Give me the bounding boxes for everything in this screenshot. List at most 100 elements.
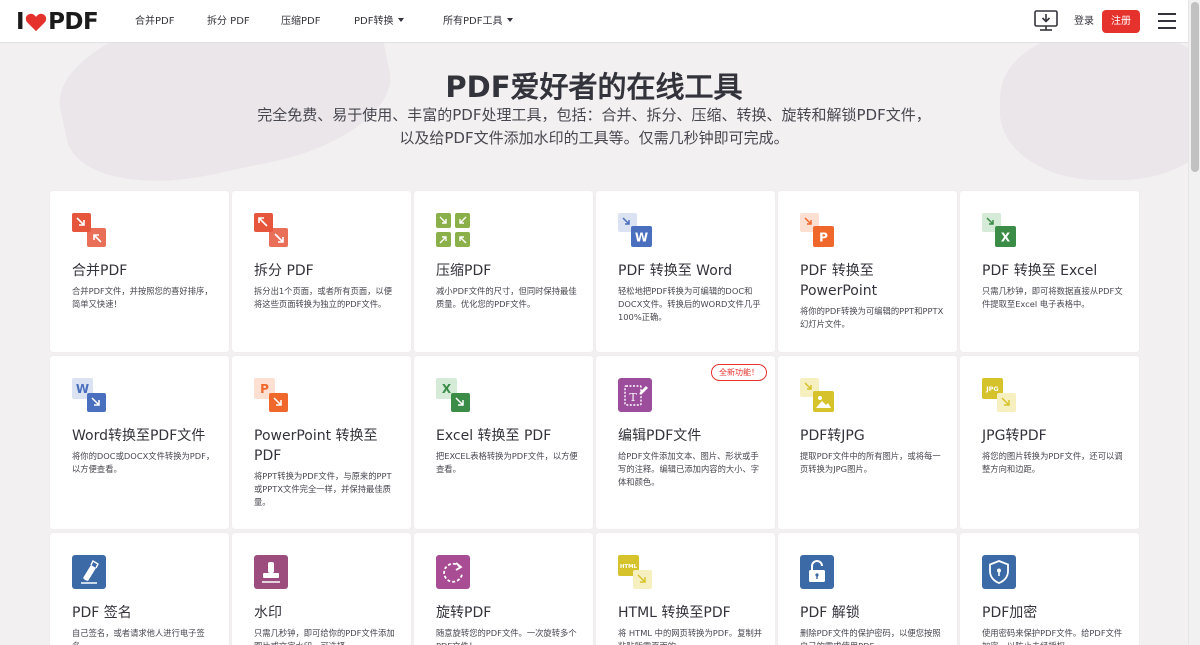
tool-card-edit-pdf[interactable]: 全新功能！ T 编辑PDF文件 给PDF文件添加文本、图片、形状或手写的注释。编… — [596, 356, 775, 529]
tool-description: 拆分出1个页面，或者所有页面，以便将这些页面转换为独立的PDF文件。 — [254, 286, 393, 309]
tool-description: 轻松地把PDF转换为可编辑的DOC和DOCX文件。转换后的WORD文件几乎100… — [618, 286, 761, 322]
tool-title: PowerPoint 转换至 PDF — [254, 428, 378, 464]
svg-text:P: P — [819, 231, 828, 245]
svg-text:W: W — [635, 231, 648, 245]
tool-title: 合并PDF — [72, 263, 128, 279]
html-to-pdf-icon: HTML — [618, 555, 652, 589]
svg-text:X: X — [1001, 231, 1011, 245]
jpg-to-pdf-icon: JPG — [982, 378, 1016, 412]
unlock-icon — [800, 555, 834, 589]
edit-pdf-icon: T — [618, 378, 652, 412]
pdf-to-jpg-icon — [800, 378, 834, 412]
nav-all-tools[interactable]: 所有PDF工具 — [443, 0, 514, 43]
excel-to-pdf-icon: X — [436, 378, 470, 412]
tool-title: 拆分 PDF — [254, 263, 314, 279]
watermark-icon — [254, 555, 288, 589]
tool-title: 旋转PDF — [436, 605, 492, 621]
nav-all-tools-label: 所有PDF工具 — [443, 16, 503, 27]
tool-title: 水印 — [254, 605, 282, 621]
tool-card-html-to-pdf[interactable]: HTML HTML 转换至PDF 将 HTML 中的网页转换为PDF。复制并粘贴… — [596, 533, 775, 645]
pdf-to-ppt-icon: P — [800, 213, 834, 247]
tool-description: 自己签名，或者请求他人进行电子签名。 — [72, 628, 205, 645]
tool-card-pdf-to-powerpoint[interactable]: P PDF 转换至 PowerPoint 将你的PDF转换为可编辑的PPT和PP… — [778, 191, 957, 352]
tool-description: 将您的图片转换为PDF文件，还可以调整方向和边距。 — [982, 451, 1123, 474]
tool-title: PDF加密 — [982, 605, 1038, 621]
tool-description: 随意旋转您的PDF文件。一次旋转多个PDF文件！ — [436, 628, 577, 645]
tool-card-sign-pdf[interactable]: PDF 签名 自己签名，或者请求他人进行电子签名。 — [50, 533, 229, 645]
svg-text:W: W — [76, 382, 89, 396]
tool-description: 减小PDF文件的尺寸，但同时保持最佳质量。优化您的PDF文件。 — [436, 286, 577, 309]
hamburger-menu-icon[interactable] — [1158, 13, 1176, 29]
tool-card-pdf-to-word[interactable]: W PDF 转换至 Word 轻松地把PDF转换为可编辑的DOC和DOCX文件。… — [596, 191, 775, 352]
svg-text:P: P — [260, 382, 269, 396]
ppt-to-pdf-icon: P — [254, 378, 288, 412]
tool-title: PDF转JPG — [800, 428, 865, 444]
tool-description: 只需几秒钟，即可给你的PDF文件添加图片或文字水印。可选择 — [254, 628, 395, 645]
rotate-icon — [436, 555, 470, 589]
tool-description: 把EXCEL表格转换为PDF文件，以方便查看。 — [436, 451, 578, 474]
tool-card-excel-to-pdf[interactable]: X Excel 转换至 PDF 把EXCEL表格转换为PDF文件，以方便查看。 — [414, 356, 593, 529]
word-to-pdf-icon: W — [72, 378, 106, 412]
nav-split-pdf[interactable]: 拆分 PDF — [207, 0, 250, 43]
tool-card-watermark[interactable]: 水印 只需几秒钟，即可给你的PDF文件添加图片或文字水印。可选择 — [232, 533, 411, 645]
tool-description: 删除PDF文件的保护密码，以便您按照自己的需求使用PDF — [800, 628, 941, 645]
tool-title: 压缩PDF — [436, 263, 492, 279]
tool-description: 将你的PDF转换为可编辑的PPT和PPTX幻灯片文件。 — [800, 306, 944, 329]
nav-convert-label: PDF转换 — [354, 16, 394, 27]
tool-title: 编辑PDF文件 — [618, 428, 702, 444]
signup-button[interactable]: 注册 — [1102, 10, 1140, 33]
chevron-down-icon — [398, 18, 405, 22]
vertical-scrollbar[interactable] — [1188, 0, 1200, 645]
tool-card-pdf-to-excel[interactable]: X PDF 转换至 Excel 只需几秒钟，即可将数据直接从PDF文件提取至Ex… — [960, 191, 1139, 352]
desktop-download-icon[interactable] — [1034, 10, 1058, 32]
tool-title: HTML 转换至PDF — [618, 605, 731, 621]
nav-convert-pdf[interactable]: PDF转换 — [354, 0, 405, 43]
sign-pdf-icon — [72, 555, 106, 589]
compress-icon — [436, 213, 470, 247]
page-title: PDF爱好者的在线工具 — [445, 70, 743, 104]
tool-description: 将你的DOC或DOCX文件转换为PDF，以方便查看。 — [72, 451, 215, 474]
nav-merge-pdf[interactable]: 合并PDF — [135, 0, 174, 43]
tool-description: 将 HTML 中的网页转换为PDF。复制并粘贴所需页面的 — [618, 628, 763, 645]
tool-description: 提取PDF文件中的所有图片，或将每一页转换为JPG图片。 — [800, 451, 941, 474]
page-subtitle: 完全免费、易于使用、丰富的PDF处理工具，包括：合并、拆分、压缩、转换、旋转和解… — [257, 106, 931, 147]
tool-card-compress-pdf[interactable]: 压缩PDF 减小PDF文件的尺寸，但同时保持最佳质量。优化您的PDF文件。 — [414, 191, 593, 352]
tool-title: PDF 转换至 Word — [618, 263, 733, 279]
nav-compress-pdf[interactable]: 压缩PDF — [281, 0, 320, 43]
tool-description: 给PDF文件添加文本、图片、形状或手写的注释。编辑已添加内容的大小、字体和颜色。 — [618, 451, 760, 487]
tool-card-protect-pdf[interactable]: PDF加密 使用密码来保护PDF文件。给PDF文件加密，以防止未经授权 — [960, 533, 1139, 645]
tool-description: 将PPT转换为PDF文件，与原来的PPT或PPTX文件完全一样，并保持最佳质量。 — [254, 471, 392, 507]
tool-title: PDF 解锁 — [800, 605, 860, 621]
svg-text:T: T — [629, 391, 637, 404]
ilovepdf-logo[interactable]: I PDF — [16, 9, 99, 35]
tool-title: Word转换至PDF文件 — [72, 428, 206, 444]
svg-text:X: X — [442, 382, 452, 396]
heart-icon — [25, 13, 47, 32]
tool-description: 只需几秒钟，即可将数据直接从PDF文件提取至Excel 电子表格中。 — [982, 286, 1123, 309]
scrollbar-thumb[interactable] — [1191, 2, 1199, 172]
tool-card-jpg-to-pdf[interactable]: JPG JPG转PDF 将您的图片转换为PDF文件，还可以调整方向和边距。 — [960, 356, 1139, 529]
split-icon — [254, 213, 288, 247]
tool-title: PDF 签名 — [72, 605, 132, 621]
login-link[interactable]: 登录 — [1074, 0, 1094, 43]
tool-title: JPG转PDF — [982, 428, 1047, 444]
tool-card-merge-pdf[interactable]: 合并PDF 合并PDF文件，并按照您的喜好排序，简单又快速！ — [50, 191, 229, 352]
tool-title: PDF 转换至 PowerPoint — [800, 263, 878, 299]
tool-card-pdf-to-jpg[interactable]: PDF转JPG 提取PDF文件中的所有图片，或将每一页转换为JPG图片。 — [778, 356, 957, 529]
tool-card-unlock-pdf[interactable]: PDF 解锁 删除PDF文件的保护密码，以便您按照自己的需求使用PDF — [778, 533, 957, 645]
tool-card-rotate-pdf[interactable]: 旋转PDF 随意旋转您的PDF文件。一次旋转多个PDF文件！ — [414, 533, 593, 645]
tool-card-word-to-pdf[interactable]: W Word转换至PDF文件 将你的DOC或DOCX文件转换为PDF，以方便查看… — [50, 356, 229, 529]
tool-title: Excel 转换至 PDF — [436, 428, 552, 444]
tool-description: 合并PDF文件，并按照您的喜好排序，简单又快速！ — [72, 286, 213, 309]
tool-card-split-pdf[interactable]: 拆分 PDF 拆分出1个页面，或者所有页面，以便将这些页面转换为独立的PDF文件… — [232, 191, 411, 352]
tool-description: 使用密码来保护PDF文件。给PDF文件加密，以防止未经授权 — [982, 628, 1123, 645]
protect-icon — [982, 555, 1016, 589]
svg-text:JPG: JPG — [985, 385, 999, 393]
top-navigation-bar: I PDF 合并PDF 拆分 PDF 压缩PDF PDF转换 所有PDF工具 登… — [0, 0, 1188, 43]
tool-title: PDF 转换至 Excel — [982, 263, 1098, 279]
svg-text:HTML: HTML — [620, 564, 638, 570]
pdf-to-word-icon: W — [618, 213, 652, 247]
chevron-down-icon — [507, 18, 514, 22]
merge-icon — [72, 213, 106, 247]
tool-card-powerpoint-to-pdf[interactable]: P PowerPoint 转换至 PDF 将PPT转换为PDF文件，与原来的PP… — [232, 356, 411, 529]
